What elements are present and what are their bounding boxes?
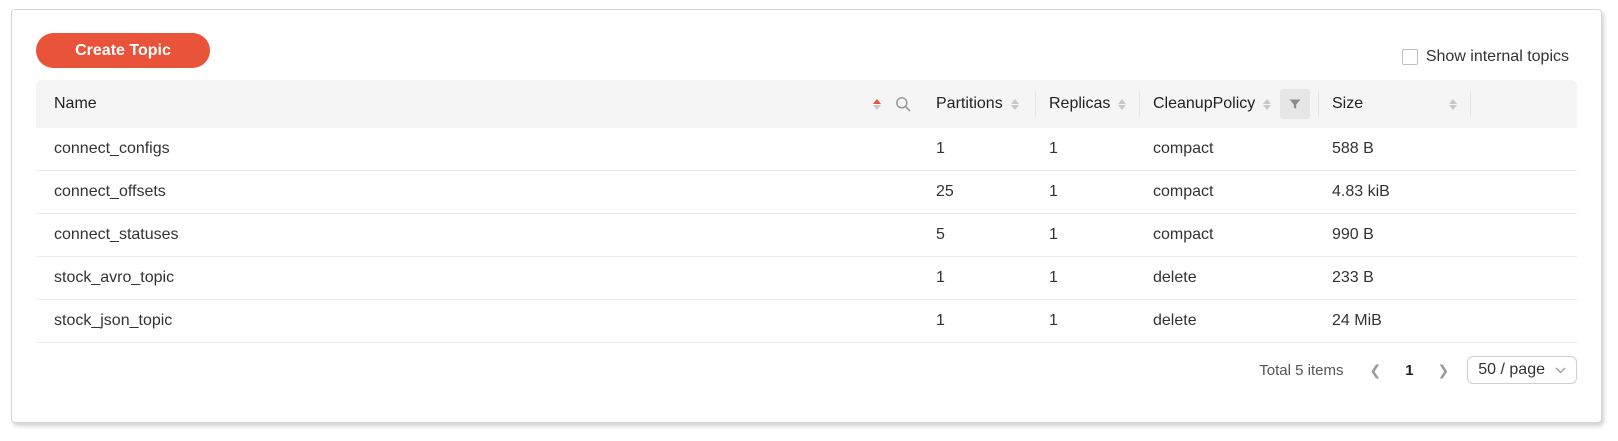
table-row[interactable]: stock_avro_topic 1 1 delete 233 B — [36, 256, 1577, 300]
partitions-cell: 1 — [923, 256, 1036, 300]
pagination: Total 5 items ❮ 1 ❯ 50 / page — [1259, 356, 1577, 384]
column-header-actions — [1471, 80, 1577, 128]
column-header-replicas[interactable]: Replicas — [1036, 80, 1140, 128]
topics-panel: Create Topic Show internal topics Name P… — [11, 9, 1602, 423]
topic-name-cell[interactable]: connect_statuses — [36, 213, 923, 257]
column-header-name[interactable]: Name — [36, 80, 923, 128]
topic-name-cell[interactable]: stock_avro_topic — [36, 256, 923, 300]
chevron-right-icon[interactable]: ❯ — [1434, 362, 1454, 379]
show-internal-topics-checkbox[interactable] — [1401, 49, 1418, 65]
table-row[interactable]: connect_configs 1 1 compact 588 B — [36, 128, 1577, 171]
size-cell: 24 MiB — [1319, 299, 1471, 343]
replicas-cell: 1 — [1036, 299, 1140, 343]
replicas-cell: 1 — [1036, 256, 1140, 300]
size-cell: 233 B — [1319, 256, 1471, 300]
topic-name-cell[interactable]: connect_configs — [36, 128, 923, 171]
total-items-label: Total 5 items — [1259, 361, 1344, 379]
cleanup-policy-cell: delete — [1140, 299, 1319, 343]
size-cell: 588 B — [1319, 128, 1471, 171]
sort-icon[interactable] — [1118, 98, 1127, 110]
cleanup-policy-cell: delete — [1140, 256, 1319, 300]
filter-icon[interactable] — [1280, 89, 1310, 119]
partitions-cell: 1 — [923, 128, 1036, 171]
column-size-label: Size — [1332, 95, 1364, 112]
size-cell: 4.83 kiB — [1319, 170, 1471, 214]
topic-name-cell[interactable]: connect_offsets — [36, 170, 923, 214]
show-internal-topics-label: Show internal topics — [1425, 48, 1569, 65]
chevron-left-icon[interactable]: ❮ — [1365, 362, 1385, 379]
partitions-cell: 5 — [923, 213, 1036, 257]
create-topic-button[interactable]: Create Topic — [36, 33, 210, 68]
topic-name-cell[interactable]: stock_json_topic — [36, 299, 923, 343]
sort-icon[interactable] — [1263, 98, 1272, 110]
chevron-down-icon — [1555, 367, 1566, 373]
replicas-cell: 1 — [1036, 170, 1140, 214]
partitions-cell: 1 — [923, 299, 1036, 343]
actions-cell — [1471, 256, 1577, 300]
actions-cell — [1471, 299, 1577, 343]
replicas-cell: 1 — [1036, 128, 1140, 171]
actions-cell — [1471, 128, 1577, 171]
actions-cell — [1471, 170, 1577, 214]
cleanup-policy-cell: compact — [1140, 170, 1319, 214]
column-header-cleanup-policy[interactable]: CleanupPolicy — [1140, 80, 1319, 128]
size-cell: 990 B — [1319, 213, 1471, 257]
table-header-row: Name Partitions Replicas CleanupPolicy S… — [36, 80, 1577, 128]
sort-icon[interactable] — [873, 98, 881, 110]
sort-icon[interactable] — [1449, 98, 1457, 110]
topics-table: Name Partitions Replicas CleanupPolicy S… — [36, 80, 1577, 343]
column-header-partitions[interactable]: Partitions — [923, 80, 1036, 128]
partitions-cell: 25 — [923, 170, 1036, 214]
actions-cell — [1471, 213, 1577, 257]
column-cleanup-policy-label: CleanupPolicy — [1153, 95, 1256, 112]
column-partitions-label: Partitions — [936, 95, 1003, 112]
page-size-value: 50 / page — [1478, 361, 1545, 378]
cleanup-policy-cell: compact — [1140, 213, 1319, 257]
replicas-cell: 1 — [1036, 213, 1140, 257]
page-1-button[interactable]: 1 — [1399, 362, 1419, 379]
column-replicas-label: Replicas — [1049, 95, 1111, 112]
table-row[interactable]: connect_offsets 25 1 compact 4.83 kiB — [36, 170, 1577, 214]
page-size-select[interactable]: 50 / page — [1467, 356, 1577, 384]
column-header-size[interactable]: Size — [1319, 80, 1471, 128]
column-name-label: Name — [54, 95, 97, 112]
table-row[interactable]: stock_json_topic 1 1 delete 24 MiB — [36, 299, 1577, 343]
show-internal-topics-toggle[interactable]: Show internal topics — [1401, 48, 1569, 66]
sort-icon[interactable] — [1010, 98, 1019, 110]
search-icon[interactable] — [895, 96, 911, 112]
cleanup-policy-cell: compact — [1140, 128, 1319, 171]
table-row[interactable]: connect_statuses 5 1 compact 990 B — [36, 213, 1577, 257]
